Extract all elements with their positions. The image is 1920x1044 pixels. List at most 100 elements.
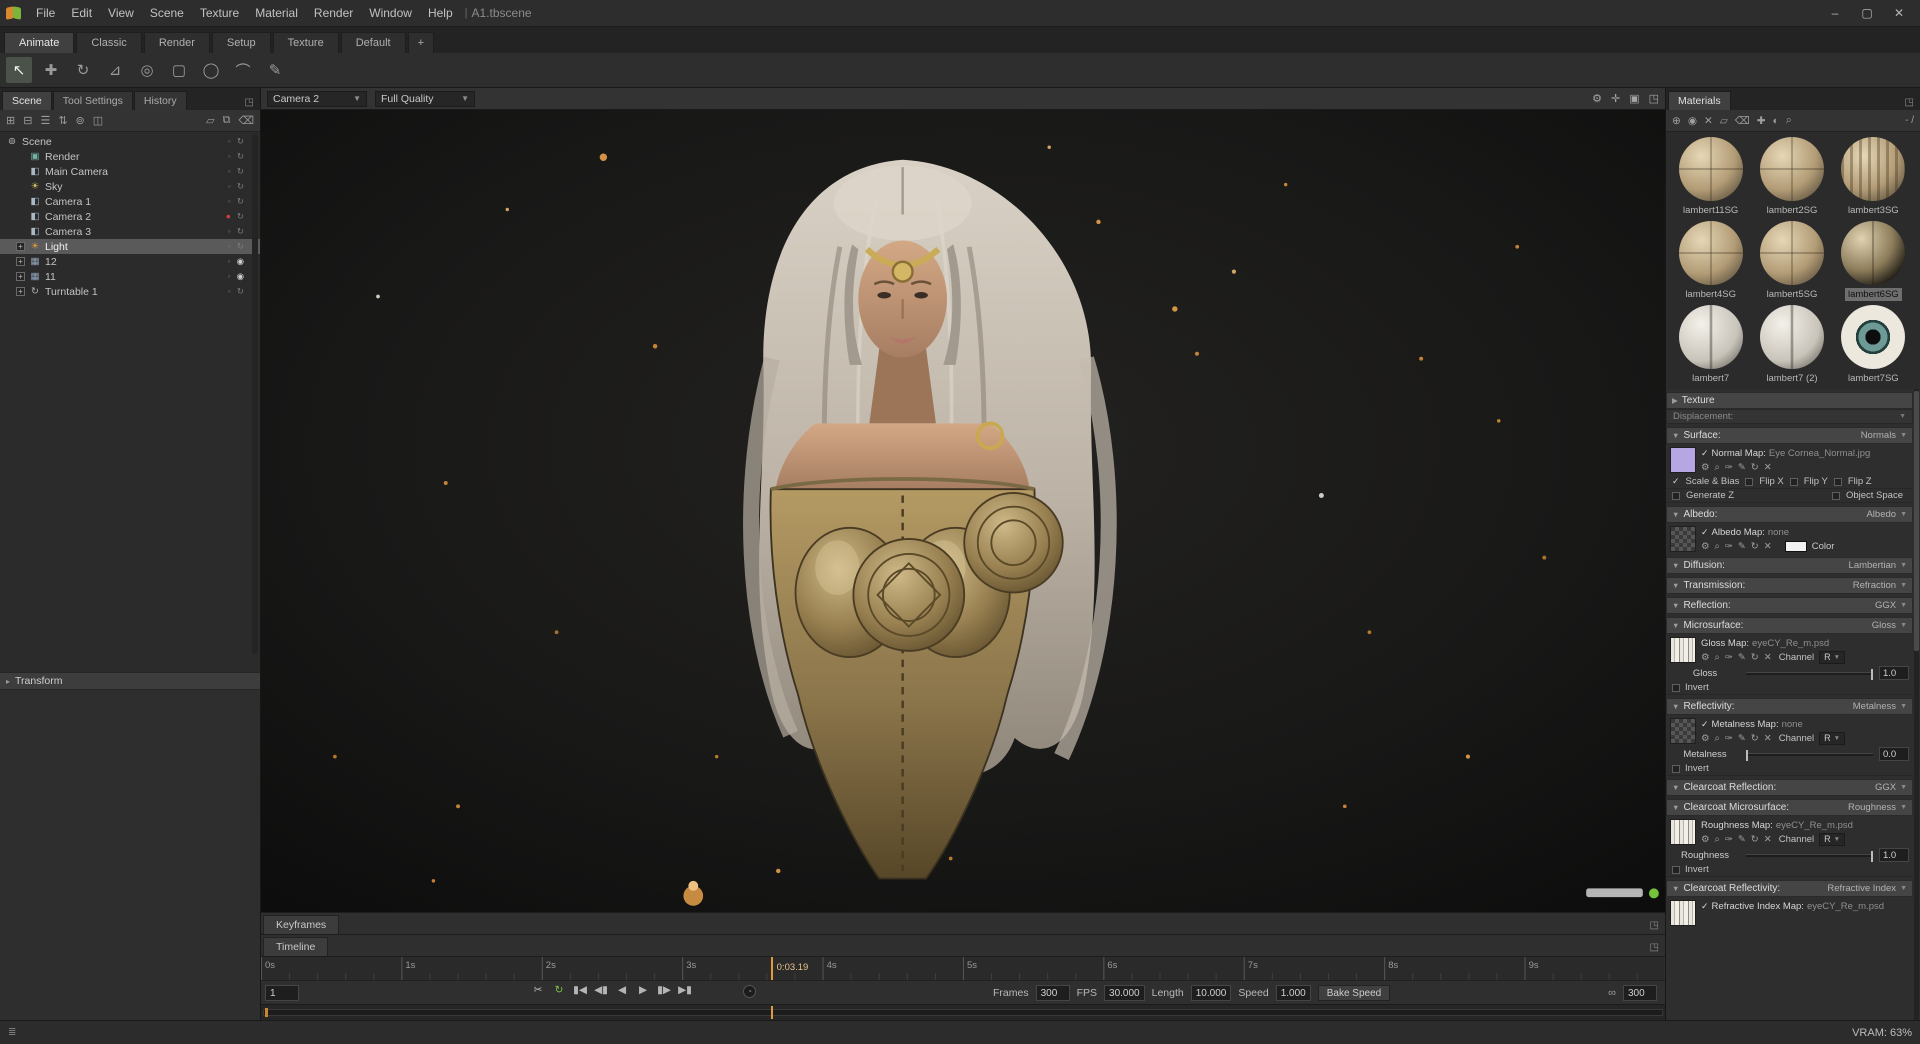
picker-icon[interactable]: ✑ [1725,541,1733,552]
refresh-icon[interactable]: ↻ [1751,834,1759,845]
viewport-3d[interactable] [261,110,1665,912]
microsurface-mode-dropdown[interactable]: Gloss▼ [1872,620,1907,631]
list-icon[interactable]: ☰ [40,114,50,127]
remove-object-icon[interactable]: ⊟ [23,114,32,127]
edit-icon[interactable]: ✎ [1738,541,1746,552]
remove-icon[interactable]: ✕ [1764,541,1772,552]
quality-select[interactable]: Full Quality▼ [375,91,475,107]
expand-icon[interactable]: + [16,257,25,266]
gear-icon[interactable]: ⚙ [1701,834,1710,845]
speed-input[interactable]: 1.000 [1276,985,1311,1001]
gear-icon[interactable]: ⚙ [1592,92,1602,105]
clearcoat-reflectivity-mode-dropdown[interactable]: Refractive Index▼ [1827,883,1907,894]
section-surface[interactable]: ▼ Surface: Normals▼ [1666,427,1913,444]
lock-icon[interactable]: ◦ [228,151,231,162]
cut-icon[interactable]: ✂ [531,984,545,996]
channel-select[interactable]: R▼ [1819,833,1845,846]
preview-mode-icon[interactable]: ◐ [1773,115,1779,127]
timeline-ruler[interactable]: 0s 1s 2s 3s 4s 5s 6s 7s 8s 9s 0:03.19 [261,956,1665,980]
invert-checkbox[interactable] [1672,866,1680,874]
refractive-index-map-thumbnail[interactable] [1670,900,1696,926]
timeline-tab[interactable]: Timeline [263,937,328,956]
roughness-value-input[interactable]: 1.0 [1879,848,1909,862]
roughness-map-thumbnail[interactable] [1670,819,1696,845]
tree-row-12[interactable]: + ▦ 12 ◦◉ [0,254,260,269]
playhead[interactable] [771,957,773,980]
tree-row-camera-3[interactable]: ◧ Camera 3 ◦↻ [0,224,260,239]
metalness-slider[interactable] [1746,753,1873,756]
surface-mode-dropdown[interactable]: Normals▼ [1861,430,1907,441]
scrub-track[interactable] [263,1009,1663,1016]
clearcoat-reflection-mode-dropdown[interactable]: GGX▼ [1875,782,1907,793]
lock-icon[interactable]: ◦ [228,226,231,237]
menu-edit[interactable]: Edit [63,3,100,23]
skip-start-icon[interactable]: ▮◀ [573,984,587,996]
section-microsurface[interactable]: ▼ Microsurface: Gloss▼ [1666,617,1913,634]
invert-checkbox[interactable] [1672,765,1680,773]
search-icon[interactable]: ⌕ [1715,652,1720,663]
albedo-map-thumbnail[interactable] [1670,526,1696,552]
checkbox[interactable] [1834,478,1842,486]
remove-icon[interactable]: ✕ [1764,462,1772,473]
edit-icon[interactable]: ✎ [1738,733,1746,744]
gloss-value-input[interactable]: 1.0 [1879,666,1909,680]
gloss-slider[interactable] [1746,672,1873,675]
popout-icon[interactable]: ◳ [1644,917,1665,934]
material-item[interactable]: lambert7 [1672,305,1749,385]
section-clearcoat-reflection[interactable]: ▼ Clearcoat Reflection: GGX▼ [1666,779,1913,796]
pan-icon[interactable]: ✛ [1611,92,1620,105]
refresh-icon[interactable]: ↻ [1751,652,1759,663]
add-object-icon[interactable]: ⊞ [6,114,15,127]
new-material-icon[interactable]: ⊕ [1672,115,1681,127]
lock-icon[interactable]: ◦ [228,136,231,147]
step-back-icon[interactable]: ◀▮ [594,984,608,996]
gear-icon[interactable]: ⚙ [1701,462,1710,473]
tab-tool-settings[interactable]: Tool Settings [53,91,133,110]
tab-texture[interactable]: Texture [273,32,339,53]
scale-tool-icon[interactable]: ⊿ [102,57,128,83]
search-icon[interactable]: ⌕ [1715,462,1720,473]
sphere-icon[interactable]: ◉ [1688,115,1697,127]
tab-default[interactable]: Default [341,32,406,53]
tree-row-render[interactable]: ▣ Render ◦↻ [0,149,260,164]
sync-icon[interactable]: ↻ [237,196,244,207]
clearcoat-microsurface-mode-dropdown[interactable]: Roughness▼ [1848,802,1907,813]
menu-window[interactable]: Window [361,3,420,23]
picker-icon[interactable]: ✑ [1725,834,1733,845]
metalness-map-thumbnail[interactable] [1670,718,1696,744]
material-item[interactable]: lambert11SG [1672,137,1749,217]
tree-row-sky[interactable]: ☀ Sky ◦↻ [0,179,260,194]
play-icon[interactable]: ▶ [636,984,650,996]
loop-icon[interactable]: ↻ [552,984,566,996]
lock-icon[interactable]: ◦ [228,166,231,177]
tab-materials[interactable]: Materials [1668,91,1731,110]
edit-icon[interactable]: ✎ [1738,834,1746,845]
popout-icon[interactable]: ◳ [1644,939,1665,956]
minimize-button[interactable]: – [1820,3,1850,23]
section-diffusion[interactable]: ▼ Diffusion: Lambertian▼ [1666,557,1913,574]
timeline-scrubber[interactable] [261,1004,1665,1020]
expand-icon[interactable]: + [16,242,25,251]
transform-section-header[interactable]: ▸ Transform [0,672,260,690]
tree-row-light[interactable]: + ☀ Light ◦↻ [0,239,260,254]
material-item[interactable]: lambert7 (2) [1753,305,1830,385]
material-item-selected[interactable]: lambert6SG [1835,221,1912,301]
search-icon[interactable]: ⌕ [1786,114,1792,127]
material-item[interactable]: lambert5SG [1753,221,1830,301]
tree-row-camera-1[interactable]: ◧ Camera 1 ◦↻ [0,194,260,209]
marquee-select-tool-icon[interactable]: ▢ [166,57,192,83]
speed-gauge-icon[interactable]: ◔ [743,985,756,998]
normal-map-thumbnail[interactable] [1670,447,1696,473]
material-item[interactable]: lambert7SG [1835,305,1912,385]
reflection-mode-dropdown[interactable]: GGX▼ [1875,600,1907,611]
channel-select[interactable]: R▼ [1819,651,1845,664]
paint-tool-icon[interactable]: ✎ [262,57,288,83]
group-icon[interactable]: ⊚ [76,114,85,127]
chain-link-icon[interactable]: ∞ [1608,987,1616,999]
assign-icon[interactable]: ✚ [1757,115,1766,127]
add-tab-button[interactable]: + [408,32,434,53]
section-clearcoat-reflectivity[interactable]: ▼ Clearcoat Reflectivity: Refractive Ind… [1666,880,1913,897]
transmission-mode-dropdown[interactable]: Refraction▼ [1853,580,1907,591]
folder-icon[interactable]: ▱ [206,114,214,127]
diffusion-mode-dropdown[interactable]: Lambertian▼ [1849,560,1907,571]
